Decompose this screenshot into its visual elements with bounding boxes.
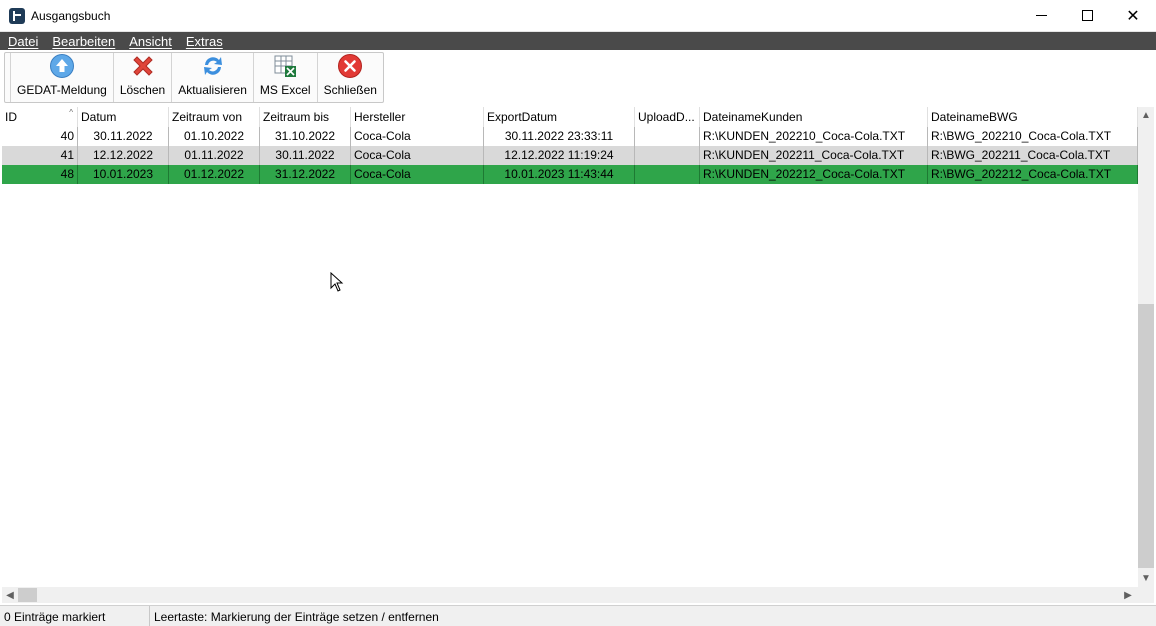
column-header-exportdatum[interactable]: ExportDatum (484, 107, 635, 127)
sort-indicator-icon: ^ (69, 108, 73, 117)
menu-bar: Datei Bearbeiten Ansicht Extras (0, 32, 1156, 50)
column-header-id[interactable]: ID ^ (2, 107, 78, 127)
vertical-scroll-thumb[interactable] (1138, 304, 1154, 568)
upload-arrow-icon (49, 54, 74, 78)
table-row-selected[interactable]: 48 10.01.2023 01.12.2022 31.12.2022 Coca… (2, 165, 1138, 184)
grid-header: ID ^ Datum Zeitraum von Zeitraum bis Her… (2, 107, 1138, 127)
cell-uploaddatum (635, 146, 700, 165)
cell-zeitraum-bis: 31.10.2022 (260, 127, 351, 146)
gedat-meldung-label: GEDAT-Meldung (17, 83, 107, 97)
maximize-button[interactable] (1064, 0, 1110, 31)
vertical-scrollbar[interactable]: ▲ ▼ (1138, 107, 1154, 587)
toolbar: GEDAT-Meldung Löschen Aktualisieren MS E… (4, 52, 384, 103)
menu-datei[interactable]: Datei (8, 34, 38, 49)
table-row[interactable]: 41 12.12.2022 01.11.2022 30.11.2022 Coca… (2, 146, 1138, 165)
delete-x-icon (132, 56, 153, 76)
cell-uploaddatum (635, 165, 700, 184)
column-header-zeitraum-bis[interactable]: Zeitraum bis (260, 107, 351, 127)
scroll-up-icon[interactable]: ▲ (1138, 107, 1154, 123)
aktualisieren-label: Aktualisieren (178, 83, 247, 97)
column-header-dateinamekunden[interactable]: DateinameKunden (700, 107, 928, 127)
close-icon: ✕ (1126, 7, 1140, 25)
cell-uploaddatum (635, 127, 700, 146)
column-header-datum[interactable]: Datum (78, 107, 169, 127)
horizontal-scroll-thumb[interactable] (18, 588, 37, 602)
loeschen-button[interactable]: Löschen (114, 53, 173, 102)
cell-zeitraum-von: 01.10.2022 (169, 127, 260, 146)
cell-exportdatum: 30.11.2022 23:33:11 (484, 127, 635, 146)
column-header-zeitraum-von[interactable]: Zeitraum von (169, 107, 260, 127)
close-circle-icon (338, 54, 363, 78)
scroll-left-icon[interactable]: ◀ (2, 587, 18, 603)
aktualisieren-button[interactable]: Aktualisieren (172, 53, 254, 102)
loeschen-label: Löschen (119, 83, 166, 97)
minimize-icon (1035, 15, 1047, 16)
toolbar-area: GEDAT-Meldung Löschen Aktualisieren MS E… (0, 50, 1156, 106)
title-bar: Ausgangsbuch ✕ (0, 0, 1156, 32)
cell-dateinamebwg: R:\BWG_202212_Coca-Cola.TXT (928, 165, 1138, 184)
maximize-icon (1081, 10, 1093, 21)
cell-dateinamekunden: R:\KUNDEN_202210_Coca-Cola.TXT (700, 127, 928, 146)
refresh-icon (203, 57, 222, 75)
ms-excel-label: MS Excel (259, 83, 311, 97)
menu-extras[interactable]: Extras (186, 34, 223, 49)
schliessen-label: Schließen (323, 83, 377, 97)
scroll-right-icon[interactable]: ▶ (1120, 587, 1136, 603)
cell-dateinamebwg: R:\BWG_202211_Coca-Cola.TXT (928, 146, 1138, 165)
cell-id: 40 (2, 127, 78, 146)
cell-id: 48 (2, 165, 78, 184)
cell-hersteller: Coca-Cola (351, 146, 484, 165)
column-header-dateinamebwg[interactable]: DateinameBWG (928, 107, 1138, 127)
cell-dateinamebwg: R:\BWG_202210_Coca-Cola.TXT (928, 127, 1138, 146)
mouse-cursor-icon (330, 272, 344, 292)
minimize-button[interactable] (1018, 0, 1064, 31)
status-marked-count: 0 Einträge markiert (0, 606, 150, 626)
cell-exportdatum: 10.01.2023 11:43:44 (484, 165, 635, 184)
column-header-uploaddatum[interactable]: UploadD... (635, 107, 700, 127)
cell-id: 41 (2, 146, 78, 165)
app-icon (9, 8, 25, 24)
cell-zeitraum-bis: 31.12.2022 (260, 165, 351, 184)
scrollbar-corner (1138, 587, 1154, 603)
data-grid[interactable]: ID ^ Datum Zeitraum von Zeitraum bis Her… (2, 107, 1138, 587)
window-title: Ausgangsbuch (31, 9, 111, 23)
cell-zeitraum-bis: 30.11.2022 (260, 146, 351, 165)
ms-excel-button[interactable]: MS Excel (254, 53, 318, 102)
cell-exportdatum: 12.12.2022 11:19:24 (484, 146, 635, 165)
status-hint: Leertaste: Markierung der Einträge setze… (154, 610, 439, 624)
table-row[interactable]: 40 30.11.2022 01.10.2022 31.10.2022 Coca… (2, 127, 1138, 146)
horizontal-scrollbar[interactable]: ◀ ▶ (2, 587, 1138, 603)
column-header-hersteller[interactable]: Hersteller (351, 107, 484, 127)
cell-datum: 30.11.2022 (78, 127, 169, 146)
schliessen-button[interactable]: Schließen (318, 53, 383, 102)
cell-zeitraum-von: 01.12.2022 (169, 165, 260, 184)
cell-hersteller: Coca-Cola (351, 165, 484, 184)
menu-bearbeiten[interactable]: Bearbeiten (52, 34, 115, 49)
scroll-down-icon[interactable]: ▼ (1138, 570, 1154, 586)
menu-ansicht[interactable]: Ansicht (129, 34, 172, 49)
close-button[interactable]: ✕ (1110, 0, 1156, 31)
cell-hersteller: Coca-Cola (351, 127, 484, 146)
cell-dateinamekunden: R:\KUNDEN_202212_Coca-Cola.TXT (700, 165, 928, 184)
excel-table-icon (274, 55, 297, 77)
cell-datum: 10.01.2023 (78, 165, 169, 184)
status-bar: 0 Einträge markiert Leertaste: Markierun… (0, 605, 1156, 626)
gedat-meldung-button[interactable]: GEDAT-Meldung (11, 53, 114, 102)
cell-dateinamekunden: R:\KUNDEN_202211_Coca-Cola.TXT (700, 146, 928, 165)
cell-datum: 12.12.2022 (78, 146, 169, 165)
cell-zeitraum-von: 01.11.2022 (169, 146, 260, 165)
